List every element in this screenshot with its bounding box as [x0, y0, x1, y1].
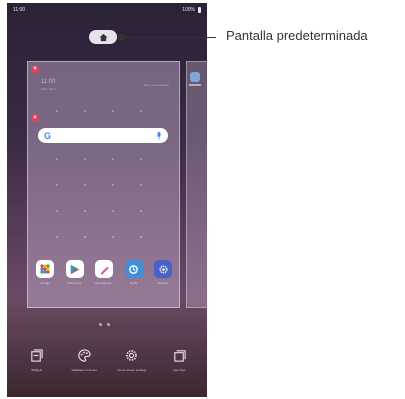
grid-dot [140, 236, 142, 238]
callout-leader-line [122, 37, 216, 38]
home-settings-button[interactable]: Home screen settings [112, 348, 152, 372]
battery-level: 100% [182, 7, 195, 13]
grid-dot [56, 210, 58, 212]
remove-search-widget-icon[interactable]: × [31, 114, 39, 122]
grid-dot [112, 110, 114, 112]
app-quickmemo[interactable]: QuickMemo+ [93, 260, 115, 285]
grid-dot [56, 236, 58, 238]
grid-dot [140, 210, 142, 212]
clock-widget-date: Mon, Jan 1 [41, 87, 56, 91]
app-icon [190, 72, 200, 82]
weather-widget-text: Tap to add weather [143, 83, 169, 87]
status-bar: 11:00 100% [7, 3, 207, 17]
home-edit-toolbar: Widgets Wallpaper & theme Home screen se… [13, 348, 203, 372]
phone-screen: 11:00 100% × 11:00 Mon, Jan 1 Tap to add… [7, 3, 207, 397]
tool-label: Widgets [31, 368, 43, 372]
next-page-preview[interactable] [186, 61, 207, 308]
grid-dot [84, 110, 86, 112]
page-dot [107, 323, 110, 326]
grid-dot [84, 210, 86, 212]
widgets-icon [31, 349, 43, 362]
app-settings[interactable]: Settings [152, 260, 174, 285]
default-home-button[interactable] [89, 30, 117, 44]
app-label: QuickMemo+ [95, 281, 113, 285]
page-indicator [99, 323, 110, 326]
callout-label: Pantalla predeterminada [226, 28, 368, 43]
tool-label: Wallpaper & theme [71, 368, 97, 372]
home-page-preview[interactable]: × 11:00 Mon, Jan 1 Tap to add weather × … [27, 61, 180, 308]
tools-icon [124, 260, 143, 278]
grid-dot [140, 158, 142, 160]
app-dock: Google Play Store QuickMemo+ Tools Setti… [34, 260, 174, 285]
google-search-bar[interactable]: G [38, 128, 168, 143]
grid-dot [112, 210, 114, 212]
grid-dot [56, 184, 58, 186]
clock-widget-time: 11:00 [41, 79, 56, 85]
app-tools[interactable]: Tools [123, 260, 145, 285]
grid-dot [140, 184, 142, 186]
battery-icon [198, 7, 201, 13]
grid-dot [140, 110, 142, 112]
app-label: Google [40, 281, 50, 285]
remove-widget-icon[interactable]: × [31, 65, 39, 73]
microphone-icon[interactable] [156, 127, 162, 145]
app-label: Settings [157, 281, 169, 285]
status-indicators: 100% [182, 7, 201, 13]
status-time: 11:00 [13, 7, 26, 13]
grid-dot [112, 236, 114, 238]
home-icon [98, 33, 108, 41]
app-tray-icon [174, 350, 186, 362]
google-logo-icon: G [44, 130, 52, 141]
quickmemo-icon [95, 260, 113, 278]
settings-icon [154, 260, 172, 278]
widgets-button[interactable]: Widgets [17, 348, 57, 372]
tool-label: Home screen settings [117, 368, 147, 372]
grid-dot [112, 184, 114, 186]
grid-dot [84, 236, 86, 238]
tool-label: App trays [172, 368, 186, 372]
page-dot [99, 323, 102, 326]
grid-dot [84, 158, 86, 160]
play-store-icon [65, 260, 84, 278]
grid-dot [84, 184, 86, 186]
google-folder-icon [36, 260, 54, 278]
grid-dot [56, 158, 58, 160]
app-label: Tools [129, 281, 137, 285]
wallpaper-theme-button[interactable]: Wallpaper & theme [64, 348, 104, 372]
app-play-store[interactable]: Play Store [64, 260, 86, 285]
app-label-placeholder [189, 84, 201, 86]
app-trays-button[interactable]: App trays [159, 348, 199, 372]
palette-icon [78, 349, 91, 362]
grid-dot [56, 110, 58, 112]
gear-icon [126, 350, 138, 361]
grid-dot [112, 158, 114, 160]
app-google-folder[interactable]: Google [34, 260, 56, 285]
app-label: Play Store [67, 281, 82, 285]
